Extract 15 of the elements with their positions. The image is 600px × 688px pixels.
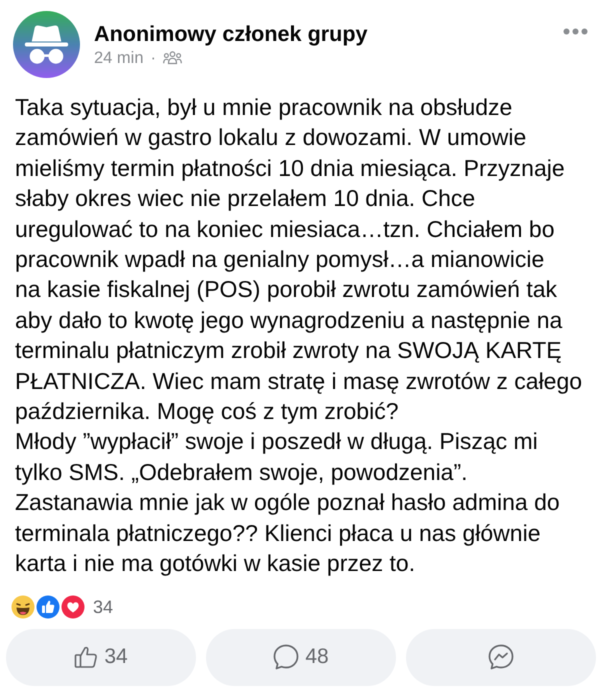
thumbs-up-icon: [74, 645, 98, 669]
incognito-avatar-icon: [13, 11, 80, 78]
post-text: Taka sytuacja, był u mnie pracownik na obsłudze zamówień w gastro lokalu z dowozami. W umowie mieliśmy termin płatności 10 dnia miesiąca. Przyznaje słaby okres wiec nie przelałem 10 dnia. Chce uregulować to na koniec miesiaca…tzn. Chciałem bo pracownik wpadł na genialny pomysł…a mianowicie na kasie fiskalnej (POS) porobił zwrotu zamówień tak aby dało to kwotę jego wynagrodzeniu a następnie na terminalu płatniczym zrobił zwroty na SWOJĄ KARTĘ PŁATNICZA. Wiec mam stratę i masę zwrotów z całego października. Mogę coś z tym zrobić? Młody ”wypłacił” swoje i poszedł w długą. Pisząc mi tylko SMS. „Odebrałem swoje, powodzenia”. Zastanawia mnie jak w ogóle poznał hasło admina do terminala płatniczego?? Klienci płaca u nas głównie karta i nie ma gotówki w kasie przez to.: [15, 93, 582, 578]
people-icon: [163, 51, 182, 65]
author-name[interactable]: Anonimowy członek grupy: [94, 21, 368, 47]
thumbs-up-icon: [35, 594, 61, 620]
more-options-icon[interactable]: [563, 28, 588, 35]
post-time[interactable]: 24 min: [94, 48, 144, 68]
separator-dot: ·: [150, 48, 156, 68]
chat-bubble-icon: [488, 644, 514, 670]
like-button[interactable]: 34: [6, 628, 196, 686]
comment-button[interactable]: 48: [206, 628, 396, 686]
speech-bubble-icon: [273, 644, 300, 670]
laughing-face-icon: [10, 594, 36, 620]
reaction-count[interactable]: 34: [93, 596, 114, 618]
